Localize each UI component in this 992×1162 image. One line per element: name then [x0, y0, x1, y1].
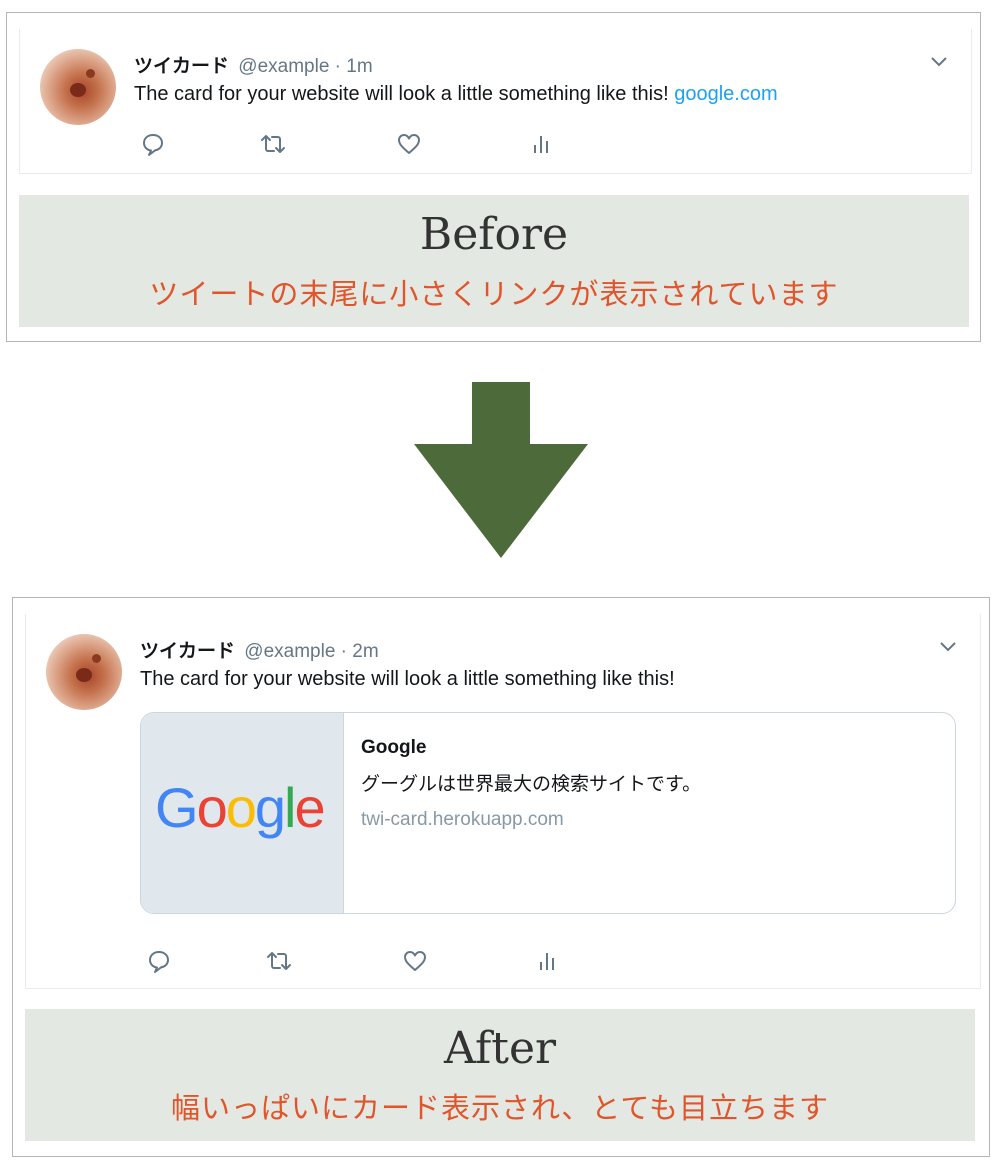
- card-description: グーグルは世界最大の検索サイトです。: [361, 774, 702, 795]
- logo-letter: o: [196, 776, 228, 839]
- caption-subtitle: ツイートの末尾に小さくリンクが表示されています: [149, 277, 839, 311]
- tweet-actions: [134, 131, 554, 159]
- caption-title: Before: [419, 209, 569, 260]
- analytics-icon[interactable]: [534, 948, 560, 974]
- chevron-down-icon[interactable]: [938, 640, 958, 654]
- link-card[interactable]: Google Google グーグルは世界最大の検索サイトです。 twi-car…: [140, 712, 956, 914]
- tweet-header: ツイカード @example · 2m: [140, 636, 379, 663]
- display-name[interactable]: ツイカード: [140, 641, 235, 662]
- card-url: twi-card.herokuapp.com: [361, 809, 564, 830]
- display-name[interactable]: ツイカード: [134, 56, 229, 77]
- tweet-header: ツイカード @example · 1m: [134, 51, 373, 78]
- chevron-down-icon[interactable]: [929, 55, 949, 69]
- handle-and-time[interactable]: @example · 1m: [238, 56, 372, 77]
- retweet-icon[interactable]: [260, 131, 286, 157]
- tweet-after[interactable]: ツイカード @example · 2m The card for your we…: [25, 614, 981, 989]
- tweet-text: The card for your website will look a li…: [140, 668, 675, 690]
- caption-subtitle: 幅いっぱいにカード表示され、とても目立ちます: [171, 1091, 829, 1125]
- logo-letter: e: [294, 776, 325, 839]
- after-caption: After 幅いっぱいにカード表示され、とても目立ちます: [25, 1009, 975, 1141]
- handle-and-time[interactable]: @example · 2m: [244, 641, 378, 662]
- logo-letter: G: [155, 776, 199, 839]
- logo-letter: l: [284, 776, 297, 839]
- reply-icon[interactable]: [140, 131, 166, 157]
- tweet-before[interactable]: ツイカード @example · 1m The card for your we…: [19, 29, 972, 174]
- card-title: Google: [361, 737, 427, 758]
- caption-title: After: [443, 1023, 557, 1074]
- tweet-body: The card for your website will look a li…: [134, 83, 675, 105]
- tweet-actions: [140, 948, 560, 976]
- like-icon[interactable]: [396, 131, 422, 157]
- like-icon[interactable]: [402, 948, 428, 974]
- tweet-text: The card for your website will look a li…: [134, 83, 778, 106]
- tweet-link[interactable]: google.com: [674, 83, 777, 105]
- avatar[interactable]: [46, 634, 122, 710]
- analytics-icon[interactable]: [528, 131, 554, 157]
- down-arrow-icon: [414, 382, 588, 558]
- before-caption: Before ツイートの末尾に小さくリンクが表示されています: [19, 195, 969, 327]
- avatar[interactable]: [40, 49, 116, 125]
- google-logo: Google: [155, 775, 326, 840]
- retweet-icon[interactable]: [266, 948, 292, 974]
- logo-letter: g: [254, 776, 286, 839]
- card-thumbnail: Google: [141, 713, 344, 913]
- after-panel: ツイカード @example · 2m The card for your we…: [12, 597, 990, 1157]
- before-panel: ツイカード @example · 1m The card for your we…: [6, 12, 981, 342]
- logo-letter: o: [225, 776, 257, 839]
- reply-icon[interactable]: [146, 948, 172, 974]
